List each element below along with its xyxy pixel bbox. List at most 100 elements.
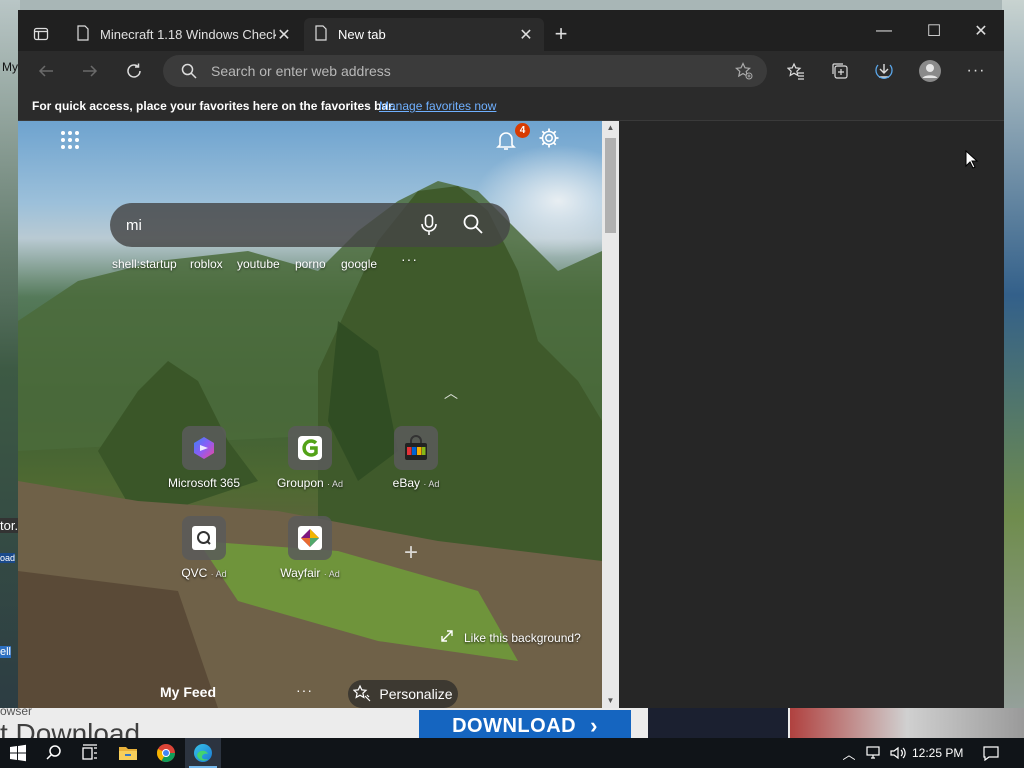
volume-icon[interactable] xyxy=(886,738,910,768)
favorites-bar-message: For quick access, place your favorites h… xyxy=(32,99,396,113)
manage-favorites-link[interactable]: Manage favorites now xyxy=(379,99,496,113)
favorites-bar: For quick access, place your favorites h… xyxy=(18,91,1004,121)
start-button[interactable] xyxy=(0,738,36,768)
personalize-label: Personalize xyxy=(379,686,453,702)
personalize-icon xyxy=(353,684,371,705)
tab-new-tab[interactable]: New tab ✕ xyxy=(304,18,544,51)
windows-taskbar: ︿ 12:25 PM xyxy=(0,738,1024,768)
tab-title: Minecraft 1.18 Windows Checker xyxy=(100,27,276,42)
background-panel xyxy=(648,708,788,738)
quick-link-qvc[interactable]: QVC · Ad xyxy=(159,516,249,580)
quick-link-label: eBay xyxy=(392,476,420,490)
trending-search-link[interactable]: google xyxy=(341,257,377,271)
minimize-button[interactable]: — xyxy=(861,10,907,51)
notification-icon xyxy=(983,746,999,761)
quick-link-groupon[interactable]: Groupon · Ad xyxy=(265,426,355,490)
trending-search-link[interactable]: porno xyxy=(295,257,326,271)
taskbar-clock[interactable]: 12:25 PM xyxy=(912,746,963,760)
microphone-icon[interactable] xyxy=(418,213,440,242)
collapse-quick-links-icon[interactable]: ︿ xyxy=(444,383,458,403)
address-bar[interactable]: Search or enter web address xyxy=(163,55,767,87)
forward-button[interactable] xyxy=(75,56,105,86)
chevron-right-icon: › xyxy=(590,713,598,738)
feed-more-button[interactable]: ··· xyxy=(296,682,313,698)
download-icon xyxy=(875,64,893,79)
file-explorer-button[interactable] xyxy=(110,738,146,768)
navigation-toolbar: Search or enter web address ··· xyxy=(18,51,1004,91)
avatar-icon xyxy=(919,60,941,82)
trending-search-link[interactable]: youtube xyxy=(237,257,280,271)
trending-search-link[interactable]: roblox xyxy=(190,257,223,271)
search-query: mi xyxy=(126,217,142,234)
close-tab-icon[interactable]: ✕ xyxy=(518,25,534,45)
page-settings-gear-icon[interactable] xyxy=(538,127,564,153)
address-placeholder: Search or enter web address xyxy=(211,63,391,79)
settings-menu-button[interactable]: ··· xyxy=(961,56,991,86)
scroll-down-arrow[interactable]: ▼ xyxy=(602,694,619,708)
quick-link-label: Microsoft 365 xyxy=(167,476,241,490)
tab-actions-icon[interactable] xyxy=(26,19,56,49)
left-fragment: oad xyxy=(0,553,16,563)
qvc-icon xyxy=(182,516,226,560)
show-hidden-icons-button[interactable]: ︿ xyxy=(834,738,864,768)
left-fragment: tor. xyxy=(0,518,19,533)
favorites-button[interactable] xyxy=(781,56,811,86)
task-view-button[interactable] xyxy=(72,738,108,768)
my-feed-tab[interactable]: My Feed xyxy=(160,684,216,700)
profile-button[interactable] xyxy=(915,56,945,86)
quick-link-wayfair[interactable]: Wayfair · Ad xyxy=(265,516,355,580)
scrollbar-thumb[interactable] xyxy=(605,138,616,233)
web-search-box[interactable]: mi xyxy=(110,203,510,247)
add-favorite-icon[interactable] xyxy=(735,62,753,85)
favorites-icon xyxy=(787,62,804,80)
edge-taskbar-button[interactable] xyxy=(185,738,221,768)
tab-minecraft-checker[interactable]: Minecraft 1.18 Windows Checker ✕ xyxy=(66,18,302,51)
ad-badge: · Ad xyxy=(423,479,440,489)
apps-launcher-icon[interactable] xyxy=(60,130,80,155)
search-icon xyxy=(181,63,197,84)
maximize-button[interactable]: ☐ xyxy=(911,10,957,51)
refresh-button[interactable] xyxy=(119,56,149,86)
more-suggestions-button[interactable]: ··· xyxy=(401,251,418,267)
like-background-button[interactable]: Like this background? xyxy=(440,629,581,646)
new-tab-button[interactable]: + xyxy=(550,23,572,46)
quick-link-ebay[interactable]: eBay · Ad xyxy=(371,426,461,490)
network-icon[interactable] xyxy=(862,738,886,768)
like-background-label: Like this background? xyxy=(464,630,581,645)
personalize-button[interactable]: Personalize xyxy=(348,680,458,708)
downloads-button[interactable] xyxy=(869,56,899,86)
chrome-icon xyxy=(157,744,175,763)
action-center-button[interactable] xyxy=(976,738,1006,768)
tab-strip: Minecraft 1.18 Windows Checker ✕ New tab… xyxy=(18,10,1004,51)
ad-badge: · Ad xyxy=(210,569,227,579)
background-window-right xyxy=(1002,0,1024,738)
folder-icon xyxy=(119,747,137,760)
groupon-icon xyxy=(288,426,332,470)
blank-side-area xyxy=(619,121,1004,708)
close-tab-icon[interactable]: ✕ xyxy=(276,25,292,45)
quick-link-microsoft-365[interactable]: Microsoft 365 xyxy=(159,426,249,490)
left-fragment: ell xyxy=(0,646,12,658)
desktop-strip xyxy=(0,0,1024,10)
quick-link-label: Groupon xyxy=(276,476,324,490)
ad-badge: · Ad xyxy=(323,569,340,579)
taskbar-search-button[interactable] xyxy=(36,738,72,768)
scroll-up-arrow[interactable]: ▲ xyxy=(602,121,619,135)
page-scrollbar[interactable]: ▲ ▼ xyxy=(602,121,619,708)
new-tab-page: 4 mi shell:startup roblox youtube porno … xyxy=(18,121,602,708)
ad-badge: · Ad xyxy=(327,479,344,489)
chrome-taskbar-button[interactable] xyxy=(148,738,184,768)
collections-button[interactable] xyxy=(825,56,855,86)
page-icon xyxy=(76,25,90,44)
add-quick-link-button[interactable]: + xyxy=(404,539,418,567)
close-window-button[interactable]: ✕ xyxy=(958,10,1004,51)
back-button[interactable] xyxy=(31,56,61,86)
trending-search-link[interactable]: shell:startup xyxy=(112,257,177,271)
ebay-bag-icon xyxy=(394,426,438,470)
background-window-left: My tor. oad ell xyxy=(0,0,20,738)
search-icon[interactable] xyxy=(462,213,484,240)
tab-title: New tab xyxy=(338,27,386,42)
refresh-icon xyxy=(127,63,141,78)
download-label: DOWNLOAD xyxy=(452,714,577,737)
microsoft-365-icon xyxy=(182,426,226,470)
